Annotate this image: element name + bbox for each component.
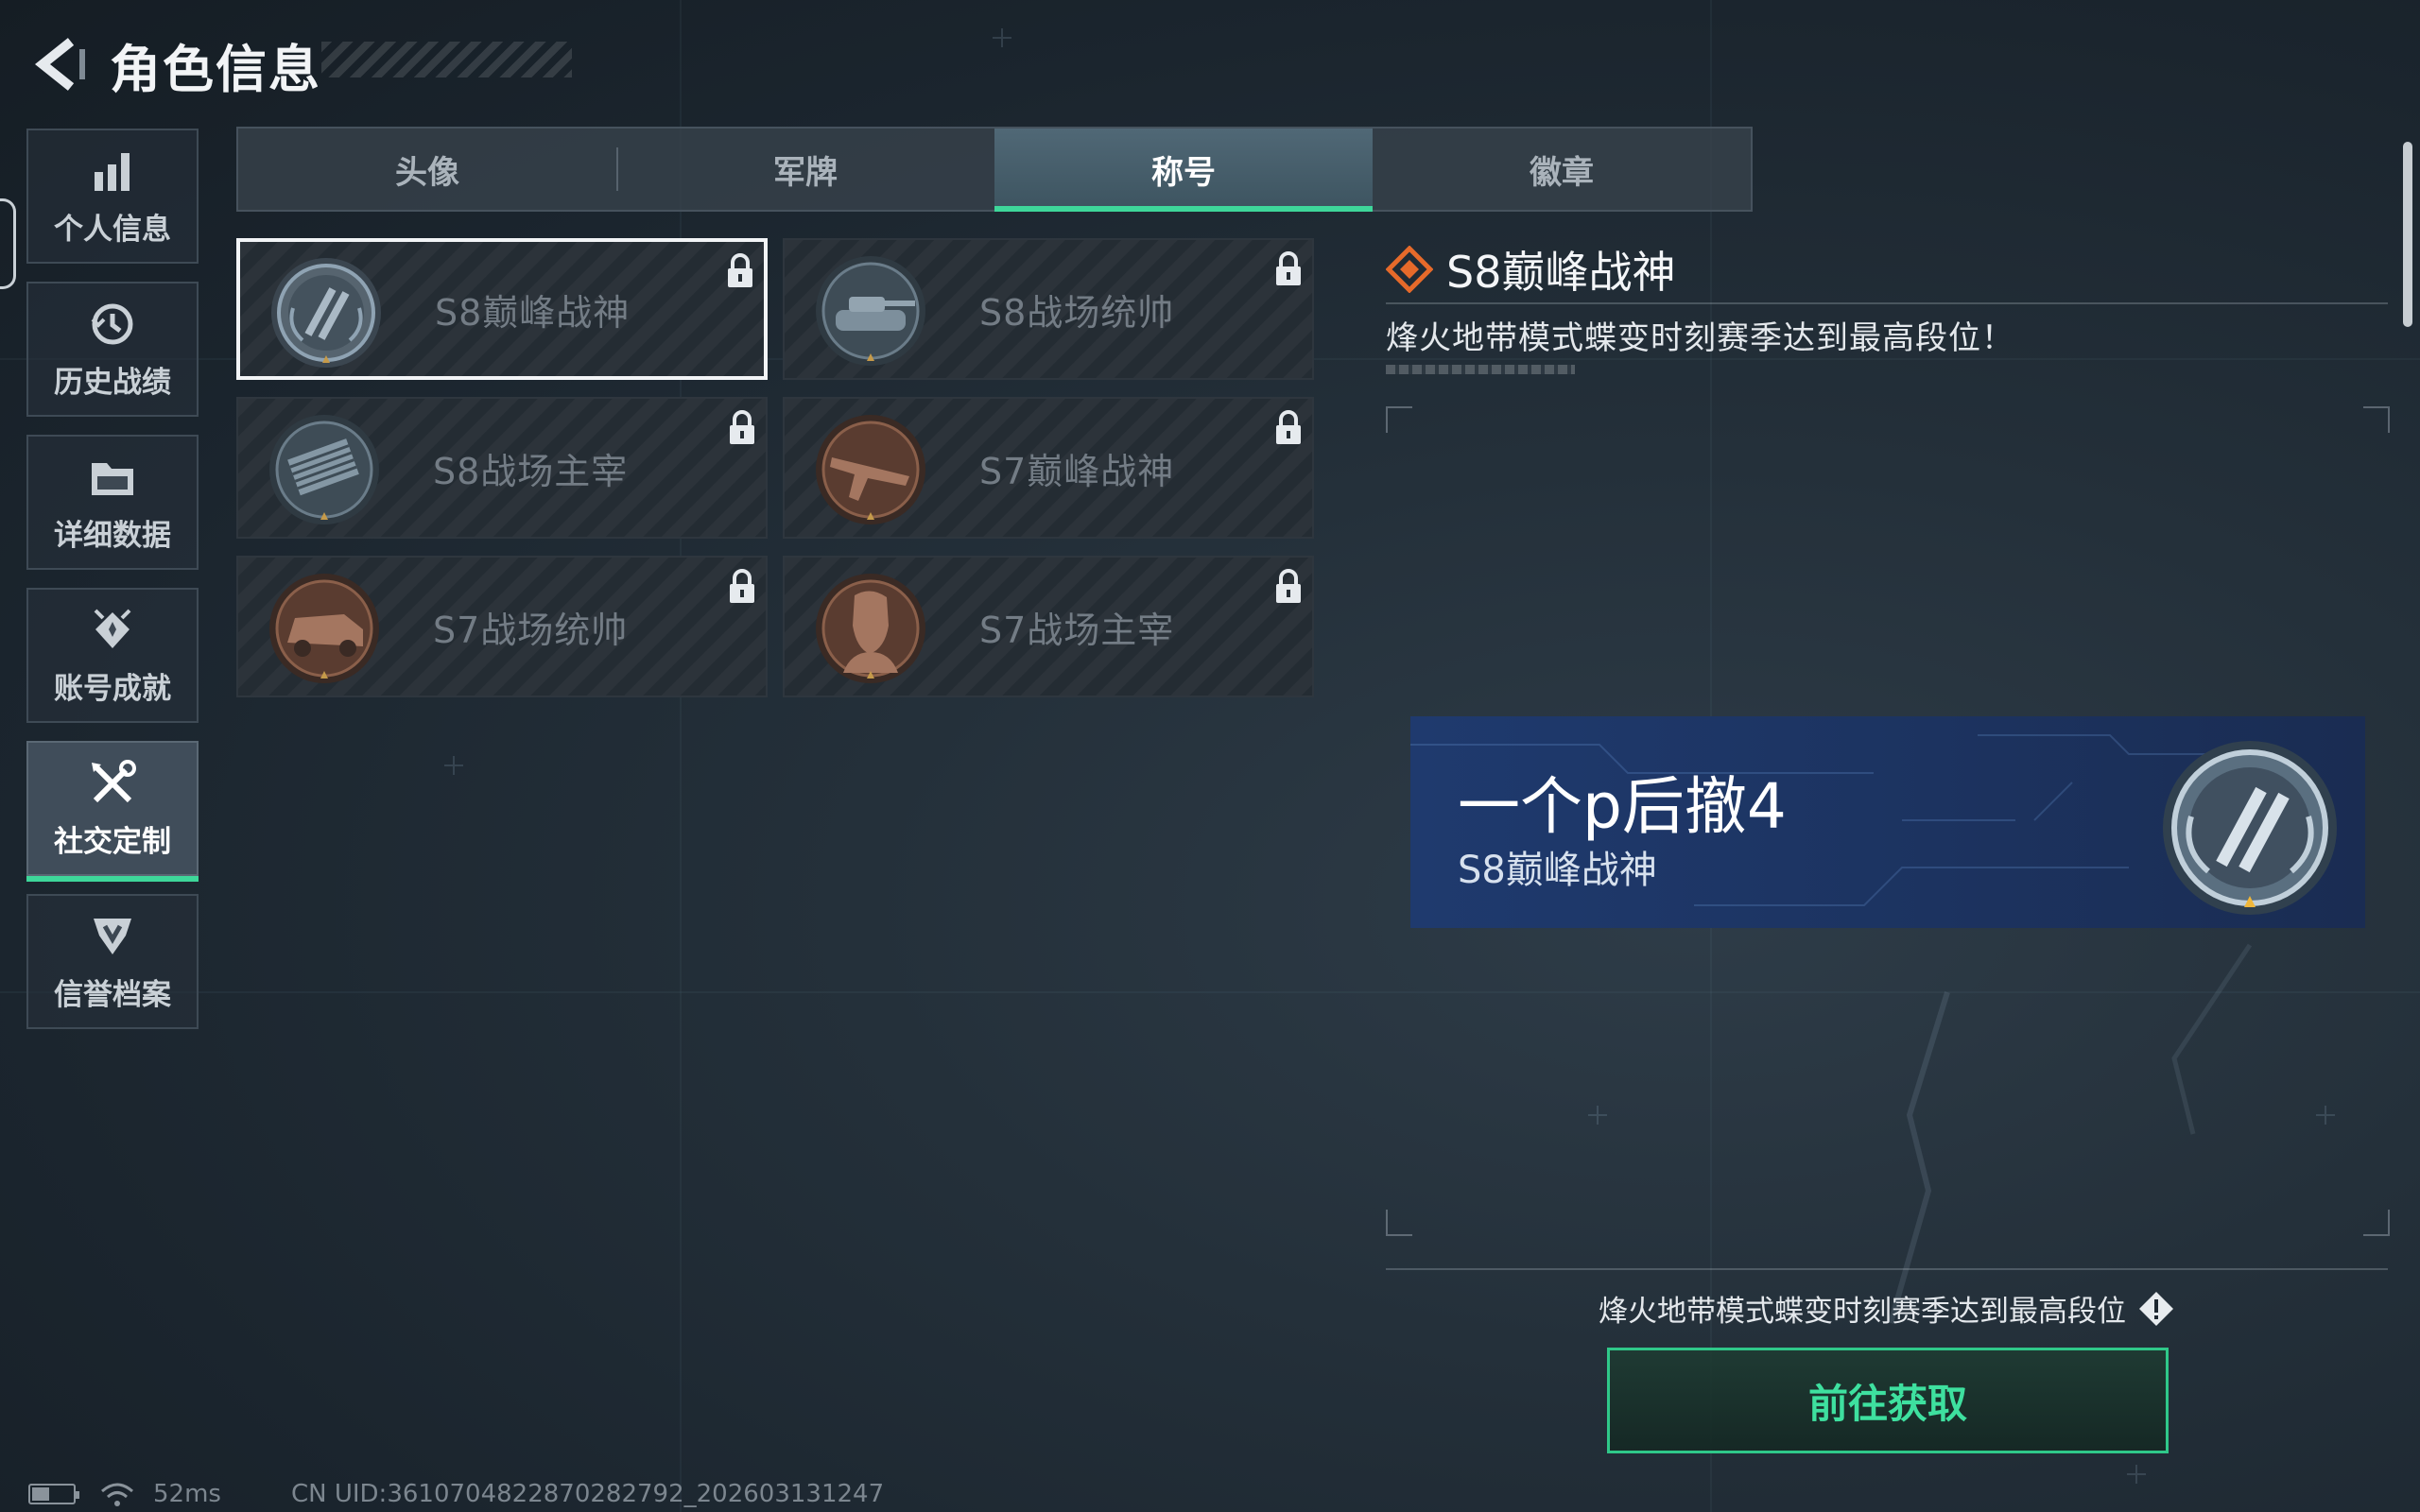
title-card-name: S7战场统帅 xyxy=(433,609,629,651)
tab-avatar[interactable]: 头像 xyxy=(238,129,616,210)
frame-corner xyxy=(1386,406,1412,433)
sidebar-item-achievements[interactable]: 账号成就 xyxy=(26,588,199,723)
lock-icon xyxy=(1276,569,1301,603)
soldier-portrait-emblem xyxy=(816,574,925,683)
user-uid: CN UID:361070482287028279​2_202603131247 xyxy=(290,1480,885,1508)
title-card-name: S8战场统帅 xyxy=(979,291,1175,334)
rocket-launcher-emblem xyxy=(269,415,379,524)
frame-corner xyxy=(1386,1210,1412,1236)
category-tabs: 头像 军牌 称号 徽章 xyxy=(236,127,1753,212)
wifi-icon xyxy=(101,1483,133,1506)
rifle-emblem xyxy=(816,415,925,524)
credit-shield-icon xyxy=(94,919,131,954)
info-diamond-icon[interactable] xyxy=(2137,1290,2175,1328)
sidebar-item-social-custom[interactable]: 社交定制 xyxy=(26,741,199,882)
detail-header: S8巅峰战神 xyxy=(1386,238,1675,301)
sidebar-item-history[interactable]: 历史战绩 xyxy=(26,282,199,417)
frame-corner xyxy=(2363,1210,2390,1236)
sidebar-item-detailed-data[interactable]: 详细数据 xyxy=(26,435,199,570)
requirement-row: 烽火地带模式蝶变时刻赛季达到最高段位 xyxy=(1386,1287,2388,1330)
title-card-name: S8战场主宰 xyxy=(433,450,629,492)
sidebar-item-label: 社交定制 xyxy=(54,825,171,859)
peak-warlord-emblem xyxy=(271,258,381,368)
title-card[interactable]: S7战场主宰 xyxy=(783,556,1314,697)
page-header: 角色信息 xyxy=(26,26,321,102)
tab-badge[interactable]: 徽章 xyxy=(1373,129,1751,210)
sidebar-item-label: 信誉档案 xyxy=(54,978,171,1012)
frame-corner xyxy=(2363,406,2390,433)
lock-icon xyxy=(728,253,752,287)
peak-warlord-emblem xyxy=(2163,741,2337,915)
orange-diamond-icon xyxy=(1386,246,1433,293)
banner-title: S8巅峰战神 xyxy=(1458,849,1657,892)
back-arrow-icon xyxy=(34,38,85,91)
sidebar-item-label: 详细数据 xyxy=(54,519,171,553)
battery-icon xyxy=(28,1484,79,1504)
sidebar-item-personal-info[interactable]: 个人信息 xyxy=(26,129,199,264)
title-card[interactable]: S8战场统帅 xyxy=(783,238,1314,380)
sidebar-item-credit-file[interactable]: 信誉档案 xyxy=(26,894,199,1029)
tab-dog-tag[interactable]: 军牌 xyxy=(616,129,994,210)
sidebar-item-label: 历史战绩 xyxy=(54,366,171,400)
sidebar-item-label: 个人信息 xyxy=(54,213,171,247)
sidebar-item-label: 账号成就 xyxy=(54,672,171,706)
sidebar: 个人信息 历史战绩 详细数据 账号成就 社交定制 信誉档案 xyxy=(26,129,202,1047)
history-clock-icon xyxy=(91,303,133,345)
ping-value: 52ms xyxy=(153,1480,221,1508)
banner-player-name: 一个p后撤4 xyxy=(1458,770,1787,843)
title-preview-banner: 一个p后撤4 S8巅峰战神 xyxy=(1410,716,2365,928)
title-card-name: S8巅峰战神 xyxy=(435,291,631,334)
armored-vehicle-emblem xyxy=(269,574,379,683)
requirement-text: 烽火地带模式蝶变时刻赛季达到最高段位 xyxy=(1599,1295,2126,1329)
lock-icon xyxy=(730,410,754,444)
decorative-ruler xyxy=(1386,365,1575,374)
title-card[interactable]: S8战场主宰 xyxy=(236,397,768,539)
sidebar-edge-handle[interactable] xyxy=(0,198,16,289)
bar-chart-icon xyxy=(95,153,130,191)
lock-icon xyxy=(1276,410,1301,444)
lock-icon xyxy=(730,569,754,603)
go-obtain-button[interactable]: 前往获取 xyxy=(1607,1348,2169,1453)
achievement-badge-icon xyxy=(94,609,131,648)
lock-icon xyxy=(1276,251,1301,285)
divider xyxy=(1386,1268,2388,1270)
divider xyxy=(1386,302,2388,304)
scrollbar[interactable] xyxy=(2403,142,2412,327)
page-title: 角色信息 xyxy=(110,39,321,99)
tools-icon xyxy=(92,760,136,803)
back-button[interactable] xyxy=(26,31,93,97)
status-bar: 52ms CN UID:361070482287028279​2_2026031… xyxy=(28,1480,884,1508)
title-card-name: S7战场主宰 xyxy=(979,609,1175,651)
tank-emblem xyxy=(816,256,925,366)
folder-icon xyxy=(92,463,133,495)
title-card[interactable]: S8巅峰战神 xyxy=(236,238,768,380)
tab-title[interactable]: 称号 xyxy=(994,129,1373,212)
detail-title: S8巅峰战神 xyxy=(1446,247,1676,298)
title-card[interactable]: S7战场统帅 xyxy=(236,556,768,697)
title-card[interactable]: S7巅峰战神 xyxy=(783,397,1314,539)
title-card-name: S7巅峰战神 xyxy=(979,450,1175,492)
title-decoration xyxy=(321,42,572,77)
detail-description: 烽火地带模式蝶变时刻赛季达到最高段位！ xyxy=(1386,319,2014,357)
